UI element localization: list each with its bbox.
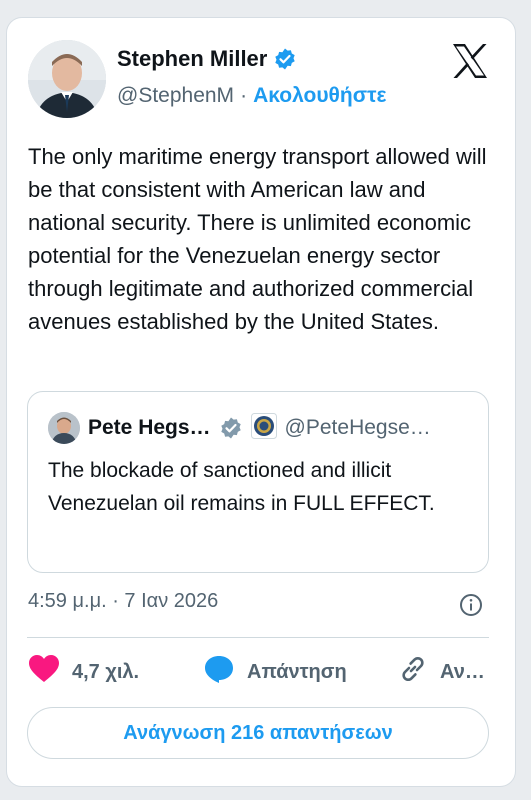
- follow-button[interactable]: Ακολουθήστε: [253, 84, 386, 108]
- reply-icon: [203, 654, 235, 690]
- author-avatar[interactable]: [28, 40, 106, 118]
- author-handle[interactable]: @StephenM: [117, 84, 234, 108]
- quoted-tweet[interactable]: Pete Hegs… @PeteHegse… The blockade of s…: [27, 391, 489, 573]
- reply-button[interactable]: Απάντηση: [203, 654, 347, 690]
- like-count: 4,7 χιλ.: [72, 660, 140, 683]
- reply-label: Απάντηση: [247, 660, 347, 683]
- quoted-tweet-text: The blockade of sanctioned and illicit V…: [48, 459, 435, 515]
- verified-badge-icon: [273, 47, 297, 71]
- copy-link-label: Αν…: [440, 660, 485, 683]
- divider: [27, 637, 489, 638]
- quoted-author-handle: @PeteHegse…: [284, 416, 431, 439]
- copy-link-button[interactable]: Αν…: [398, 654, 485, 690]
- tweet-timestamp[interactable]: 4:59 μ.μ. · 7 Ιαν 2026: [28, 590, 218, 613]
- gray-verified-badge-icon: [219, 416, 243, 440]
- embedded-tweet-card: Stephen Miller @StephenM · Ακολουθήστε T…: [6, 17, 516, 787]
- government-seal-icon: [250, 412, 277, 444]
- separator: ·: [240, 84, 248, 107]
- quoted-author-avatar: [48, 412, 80, 444]
- x-logo-icon[interactable]: [451, 43, 489, 84]
- read-replies-button[interactable]: Ανάγνωση 216 απαντήσεων: [27, 707, 489, 759]
- quoted-author-name: Pete Hegs…: [88, 416, 211, 439]
- author-name[interactable]: Stephen Miller: [117, 46, 267, 72]
- action-bar: 4,7 χιλ. Απάντηση Αν…: [28, 654, 488, 694]
- quoted-tweet-header: Pete Hegs… @PeteHegse…: [48, 412, 468, 444]
- link-icon: [398, 654, 428, 690]
- author-name-row: Stephen Miller: [117, 46, 297, 72]
- tweet-text: The only maritime energy transport allow…: [28, 144, 487, 334]
- like-button[interactable]: 4,7 χιλ.: [28, 654, 139, 690]
- info-icon[interactable]: [459, 593, 483, 622]
- author-handle-row: @StephenM · Ακολουθήστε: [117, 84, 386, 108]
- heart-icon: [28, 654, 60, 690]
